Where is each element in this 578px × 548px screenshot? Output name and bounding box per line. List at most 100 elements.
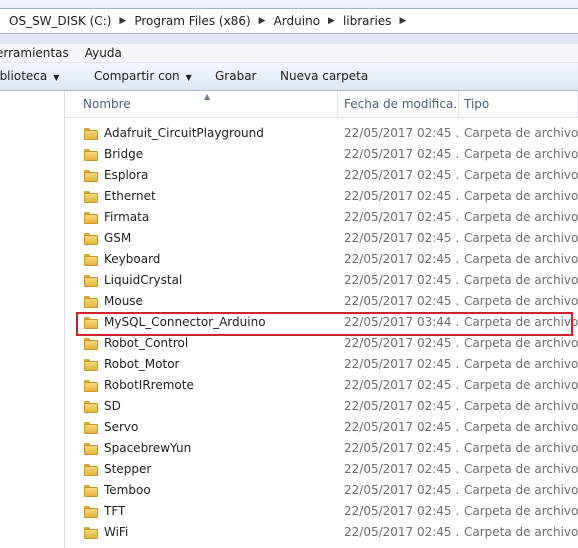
file-date: 22/05/2017 02:45 ... — [344, 126, 459, 140]
folder-icon — [84, 128, 98, 140]
file-name: Ethernet — [104, 189, 156, 203]
chevron-right-icon[interactable]: ▶ — [255, 16, 270, 26]
file-type: Carpeta de archivos — [464, 483, 578, 497]
library-button[interactable]: Biblioteca ▼ — [0, 69, 59, 83]
folder-icon — [84, 485, 98, 497]
file-type: Carpeta de archivos — [464, 147, 578, 161]
file-date: 22/05/2017 02:45 ... — [344, 420, 459, 434]
file-row[interactable]: MySQL_Connector_Arduino 22/05/2017 03:44 … — [65, 313, 578, 334]
file-type: Carpeta de archivos — [464, 168, 578, 182]
file-type: Carpeta de archivos — [464, 399, 578, 413]
file-name: Mouse — [104, 294, 143, 308]
file-date: 22/05/2017 02:45 ... — [344, 357, 459, 371]
file-row[interactable]: GSM 22/05/2017 02:45 ... Carpeta de archiv… — [65, 229, 578, 250]
file-date: 22/05/2017 02:45 ... — [344, 525, 459, 539]
file-name: MySQL_Connector_Arduino — [104, 315, 266, 329]
caret-down-icon: ▼ — [53, 73, 60, 82]
navigation-pane[interactable] — [0, 91, 65, 548]
breadcrumb-drive[interactable]: OS_SW_DISK (C:) — [5, 14, 115, 28]
file-type: Carpeta de archivos — [464, 210, 578, 224]
burn-button[interactable]: Grabar — [215, 69, 257, 83]
explorer-window: OS_SW_DISK (C:) ▶ Program Files (x86) ▶ … — [0, 0, 578, 548]
file-row[interactable]: Adafruit_CircuitPlayground 22/05/2017 02:… — [65, 124, 578, 145]
file-type: Carpeta de archivos — [464, 504, 578, 518]
file-row[interactable]: Keyboard 22/05/2017 02:45 ... Carpeta de a… — [65, 250, 578, 271]
file-row[interactable]: Esplora 22/05/2017 02:45 ... Carpeta de ar… — [65, 166, 578, 187]
file-type: Carpeta de archivos — [464, 420, 578, 434]
column-header-name[interactable]: Nombre — [83, 91, 333, 117]
folder-icon — [84, 380, 98, 392]
column-header-type[interactable]: Tipo — [464, 91, 574, 117]
breadcrumb-libraries[interactable]: libraries — [339, 14, 395, 28]
folder-icon — [84, 149, 98, 161]
file-date: 22/05/2017 02:45 ... — [344, 462, 459, 476]
file-row[interactable]: SD 22/05/2017 02:45 ... Carpeta de archivo… — [65, 397, 578, 418]
menu-help[interactable]: Ayuda — [77, 46, 130, 60]
file-row[interactable]: Stepper 22/05/2017 02:45 ... Carpeta de ar… — [65, 460, 578, 481]
file-name: RobotIRremote — [104, 378, 194, 392]
file-row[interactable]: Firmata 22/05/2017 02:45 ... Carpeta de ar… — [65, 208, 578, 229]
folder-icon — [84, 191, 98, 203]
new-folder-button[interactable]: Nueva carpeta — [280, 69, 368, 83]
chevron-right-icon[interactable]: ▶ — [395, 16, 410, 26]
file-date: 22/05/2017 02:45 ... — [344, 294, 459, 308]
file-date: 22/05/2017 02:45 ... — [344, 273, 459, 287]
file-row[interactable]: TFT 22/05/2017 02:45 ... Carpeta de archiv… — [65, 502, 578, 523]
chevron-right-icon[interactable]: ▶ — [115, 16, 130, 26]
file-name: Adafruit_CircuitPlayground — [104, 126, 264, 140]
file-name: WiFi — [104, 525, 129, 539]
folder-icon — [84, 296, 98, 308]
menu-bar: erramientas Ayuda — [0, 44, 578, 63]
share-button[interactable]: Compartir con ▼ — [94, 69, 192, 83]
chevron-right-icon[interactable]: ▶ — [324, 16, 339, 26]
folder-icon — [84, 443, 98, 455]
file-row[interactable]: Ethernet 22/05/2017 02:45 ... Carpeta de a… — [65, 187, 578, 208]
file-name: TFT — [104, 504, 126, 518]
file-row[interactable]: RobotIRremote 22/05/2017 02:45 ... Carpeta… — [65, 376, 578, 397]
file-row[interactable]: Temboo 22/05/2017 02:45 ... Carpeta de arc… — [65, 481, 578, 502]
file-row[interactable]: Servo 22/05/2017 02:45 ... Carpeta de arch… — [65, 418, 578, 439]
folder-icon — [84, 359, 98, 371]
file-row[interactable]: Bridge 22/05/2017 02:45 ... Carpeta de arc… — [65, 145, 578, 166]
file-name: GSM — [104, 231, 132, 245]
column-header-row: ▲ Nombre Fecha de modifica... Tipo — [65, 91, 578, 118]
folder-icon — [84, 527, 98, 539]
file-row[interactable]: LiquidCrystal 22/05/2017 02:45 ... Carpeta… — [65, 271, 578, 292]
folder-icon — [84, 401, 98, 413]
file-name: Temboo — [104, 483, 151, 497]
file-row[interactable]: Robot_Motor 22/05/2017 02:45 ... Carpeta d… — [65, 355, 578, 376]
column-divider[interactable] — [337, 91, 338, 117]
folder-icon — [84, 212, 98, 224]
folder-icon — [84, 506, 98, 518]
address-bar: OS_SW_DISK (C:) ▶ Program Files (x86) ▶ … — [0, 0, 578, 45]
file-type: Carpeta de archivos — [464, 378, 578, 392]
folder-icon — [84, 233, 98, 245]
file-row[interactable]: Mouse 22/05/2017 02:45 ... Carpeta de arch… — [65, 292, 578, 313]
file-date: 22/05/2017 02:45 ... — [344, 378, 459, 392]
file-type: Carpeta de archivos — [464, 315, 578, 329]
file-row[interactable]: Robot_Control 22/05/2017 02:45 ... Carpeta… — [65, 334, 578, 355]
file-type: Carpeta de archivos — [464, 126, 578, 140]
column-header-date[interactable]: Fecha de modifica... — [344, 91, 457, 117]
file-row[interactable]: WiFi 22/05/2017 02:45 ... Carpeta de archi… — [65, 523, 578, 544]
file-list: ▲ Nombre Fecha de modifica... Tipo Adafr… — [65, 91, 578, 548]
file-name: Firmata — [104, 210, 150, 224]
file-type: Carpeta de archivos — [464, 189, 578, 203]
file-type: Carpeta de archivos — [464, 441, 578, 455]
file-type: Carpeta de archivos — [464, 462, 578, 476]
breadcrumb-program-files[interactable]: Program Files (x86) — [130, 14, 254, 28]
column-divider[interactable] — [458, 91, 459, 117]
address-breadcrumb[interactable]: OS_SW_DISK (C:) ▶ Program Files (x86) ▶ … — [0, 8, 578, 34]
file-type: Carpeta de archivos — [464, 273, 578, 287]
file-date: 22/05/2017 02:45 ... — [344, 168, 459, 182]
file-row[interactable]: SpacebrewYun 22/05/2017 02:45 ... Carpeta … — [65, 439, 578, 460]
file-name: LiquidCrystal — [104, 273, 183, 287]
file-date: 22/05/2017 02:45 ... — [344, 441, 459, 455]
menu-tools[interactable]: erramientas — [0, 46, 77, 60]
file-type: Carpeta de archivos — [464, 336, 578, 350]
file-name: Servo — [104, 420, 139, 434]
folder-icon — [84, 422, 98, 434]
breadcrumb-arduino[interactable]: Arduino — [270, 14, 324, 28]
file-date: 22/05/2017 02:45 ... — [344, 399, 459, 413]
file-name: Robot_Motor — [104, 357, 180, 371]
